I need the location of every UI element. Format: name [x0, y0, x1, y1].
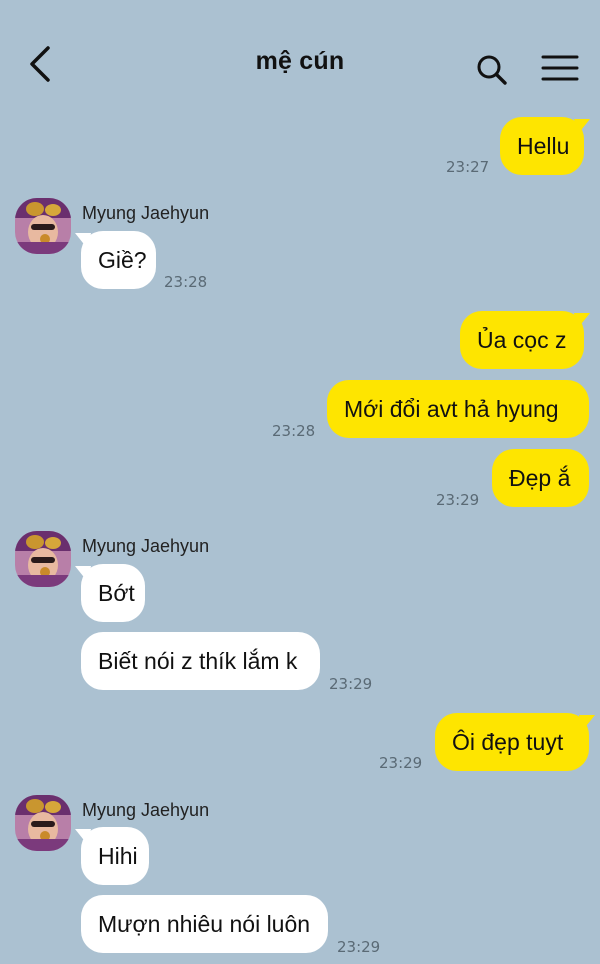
search-button[interactable]	[474, 52, 510, 88]
sender-name: Myung Jaehyun	[82, 800, 210, 820]
message-bubble-outgoing[interactable]: Ủa cọc z	[460, 311, 584, 369]
avatar[interactable]	[15, 531, 71, 587]
sender-name: Myung Jaehyun	[82, 536, 210, 556]
avatar[interactable]	[15, 198, 71, 254]
sender-name: Myung Jaehyun	[82, 203, 210, 223]
menu-button[interactable]	[540, 52, 580, 84]
message-time: 23:28	[272, 422, 316, 440]
message-bubble-incoming[interactable]: Mượn nhiêu nói luôn	[81, 895, 328, 953]
message-bubble-outgoing[interactable]: Hellu	[500, 117, 584, 175]
message-time: 23:29	[436, 491, 480, 509]
message-bubble-incoming[interactable]: Biết nói z thík lắm k	[81, 632, 320, 690]
avatar-image	[15, 198, 71, 254]
message-bubble-outgoing[interactable]: Đẹp ắ	[492, 449, 589, 507]
avatar[interactable]	[15, 795, 71, 851]
message-bubble-outgoing[interactable]: Ôi đẹp tuyt	[435, 713, 589, 771]
message-bubble-outgoing[interactable]: Mới đổi avt hả hyung	[327, 380, 589, 438]
avatar-image	[15, 531, 71, 587]
hamburger-menu-icon	[541, 55, 579, 81]
message-time: 23:28	[164, 273, 208, 291]
message-bubble-incoming[interactable]: Bớt	[81, 564, 145, 622]
message-time: 23:29	[379, 754, 423, 772]
search-icon	[477, 55, 507, 85]
avatar-image	[15, 795, 71, 851]
message-bubble-incoming[interactable]: Hihi	[81, 827, 149, 885]
message-time: 23:29	[337, 938, 381, 956]
message-time: 23:29	[329, 675, 373, 693]
chat-title: mệ cún	[255, 47, 345, 75]
message-bubble-incoming[interactable]: Giề?	[81, 231, 156, 289]
chat-header: mệ cún	[0, 0, 600, 110]
message-time: 23:27	[446, 158, 490, 176]
